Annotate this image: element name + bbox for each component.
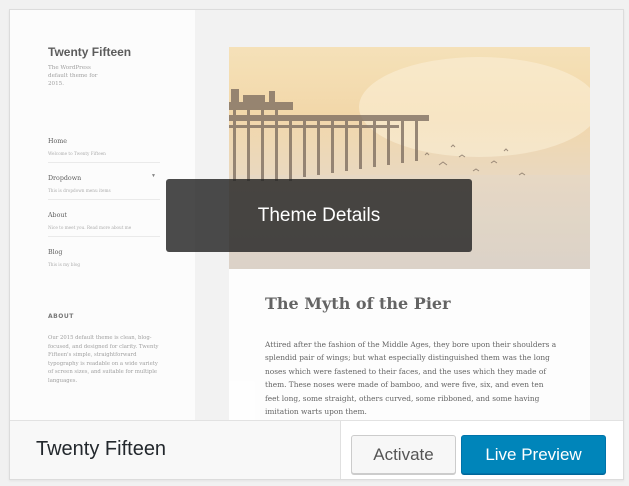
preview-menu-item-sub: Nice to meet you. Read more about me — [48, 225, 132, 230]
theme-card-footer: Twenty Fifteen Activate Live Preview — [10, 420, 623, 479]
preview-widget-text: Our 2015 default theme is clean, blog-fo… — [48, 335, 159, 384]
preview-widget-title: ABOUT — [48, 313, 74, 320]
theme-card[interactable]: Twenty Fifteen The WordPress default the… — [9, 9, 624, 480]
preview-menu-item-label: Blog — [48, 249, 63, 256]
preview-menu-item: Blog This is my blog — [48, 236, 160, 273]
preview-menu-item-sub: This is my blog — [48, 262, 81, 267]
preview-site-title: Twenty Fifteen — [48, 45, 132, 59]
preview-post-title: The Myth of the Pier — [265, 294, 451, 313]
preview-menu-item: Home Welcome to Twenty Fifteen — [48, 126, 160, 162]
preview-menu: Home Welcome to Twenty Fifteen Dropdown … — [48, 126, 160, 273]
preview-post-body: Attired after the fashion of the Middle … — [265, 340, 557, 417]
preview-menu-item-label: Home — [48, 138, 67, 145]
preview-menu-item: About Nice to meet you. Read more about … — [48, 199, 160, 236]
theme-details-overlay[interactable]: Theme Details — [166, 179, 472, 252]
theme-name-area: Twenty Fifteen — [10, 421, 341, 479]
theme-screenshot[interactable]: Twenty Fifteen The WordPress default the… — [10, 10, 623, 420]
preview-menu-item-sub: Welcome to Twenty Fifteen — [48, 151, 106, 156]
preview-menu-item-label: Dropdown — [48, 175, 82, 182]
theme-name: Twenty Fifteen — [36, 438, 167, 460]
preview-menu-item-label: About — [48, 212, 67, 219]
live-preview-button[interactable]: Live Preview — [461, 435, 606, 474]
preview-menu-item-sub: This is dropdown menu items — [48, 188, 111, 193]
chevron-down-icon: ▼ — [151, 173, 156, 179]
preview-site-description: The WordPress default theme for 2015. — [48, 65, 98, 87]
theme-details-label: Theme Details — [257, 204, 381, 226]
preview-menu-item: Dropdown This is dropdown menu items ▼ — [48, 162, 160, 199]
activate-button[interactable]: Activate — [351, 435, 456, 474]
